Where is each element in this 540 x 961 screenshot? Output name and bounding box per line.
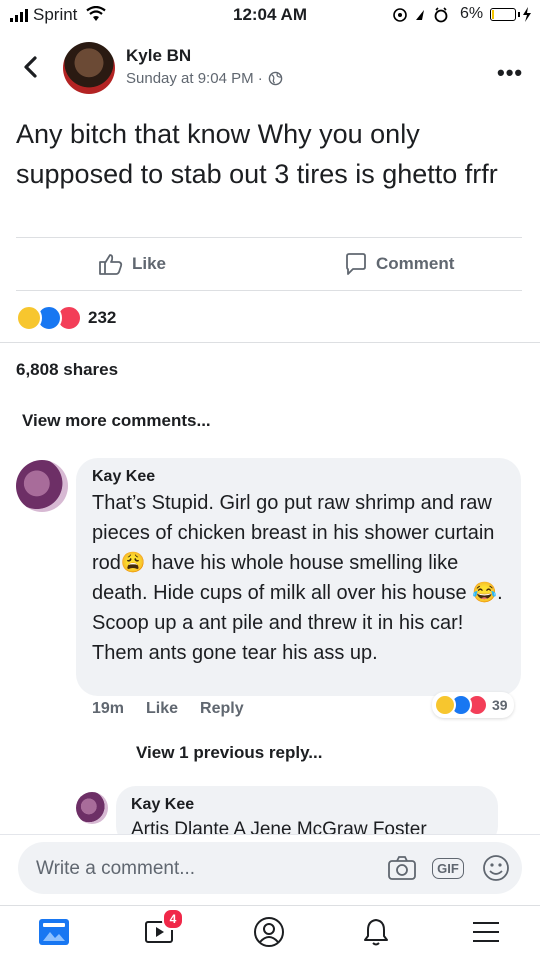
comment-composer: GIF: [18, 842, 522, 896]
news-feed-icon: [39, 919, 69, 945]
like-label: Like: [132, 254, 167, 273]
haha-reaction-icon: [434, 694, 456, 716]
tab-bar: 4: [0, 905, 540, 961]
comment-reactions[interactable]: 39: [432, 692, 514, 718]
comment-text-part: have his whole house smelling like death…: [92, 552, 467, 604]
comment-icon: [346, 253, 366, 275]
comment-like-button[interactable]: Like: [146, 700, 178, 718]
reply-author[interactable]: Kay Kee: [131, 796, 194, 814]
thumbs-up-icon: [99, 254, 123, 275]
charging-icon: [523, 7, 531, 22]
comment-time: 19m: [92, 700, 125, 717]
camera-icon[interactable]: [386, 852, 418, 884]
emoji-icon[interactable]: [480, 852, 512, 884]
divider: [16, 237, 522, 238]
comment-meta: 19m Like Reply: [92, 700, 244, 718]
status-icons: [393, 7, 448, 23]
comment-input[interactable]: [34, 842, 338, 896]
divider: [16, 290, 522, 291]
haha-reaction-icon: [16, 305, 42, 331]
battery-percent: 6%: [460, 5, 484, 22]
post-meta: Sunday at 9:04 PM ·: [126, 70, 283, 87]
globe-icon: [268, 71, 283, 86]
divider: [0, 342, 540, 343]
comment-text: That’s Stupid. Girl go put raw shrimp an…: [92, 488, 512, 668]
tab-profile[interactable]: [249, 912, 289, 952]
comment-label: Comment: [376, 254, 455, 273]
back-icon[interactable]: [18, 54, 44, 80]
bell-icon: [364, 919, 388, 946]
view-previous-replies-link[interactable]: View 1 previous reply...: [136, 743, 322, 763]
reaction-count: 232: [88, 308, 117, 327]
reply-avatar[interactable]: [76, 792, 108, 824]
commenter-avatar[interactable]: [16, 460, 68, 512]
gif-button[interactable]: GIF: [432, 852, 464, 884]
tab-notifications[interactable]: [356, 912, 396, 952]
post-timestamp[interactable]: Sunday at 9:04 PM ·: [126, 70, 263, 87]
commenter-name[interactable]: Kay Kee: [92, 468, 155, 486]
profile-icon: [254, 917, 284, 947]
clock: 12:04 AM: [232, 5, 307, 24]
battery-icon: [490, 8, 520, 21]
watch-badge: 4: [162, 908, 184, 930]
gif-label: GIF: [432, 857, 464, 879]
tears-of-joy-emoji-icon: 😂: [472, 582, 498, 604]
view-more-comments-link[interactable]: View more comments...: [22, 411, 211, 431]
tab-menu[interactable]: [466, 912, 506, 952]
share-count[interactable]: 6,808 shares: [16, 360, 118, 380]
tired-face-emoji-icon: 😩: [120, 552, 146, 574]
author-name[interactable]: Kyle BN: [126, 46, 191, 66]
tab-news-feed[interactable]: [34, 912, 74, 952]
like-button[interactable]: Like: [98, 252, 166, 276]
post-text: Any bitch that know Why you only suppose…: [16, 119, 498, 189]
tab-watch[interactable]: 4: [140, 908, 184, 952]
status-bar: Sprint 12:04 AM 6%: [0, 0, 540, 30]
author-avatar[interactable]: [63, 42, 115, 94]
comment-button[interactable]: Comment: [344, 252, 454, 276]
hamburger-menu-icon: [473, 922, 499, 942]
comment-reaction-count: 39: [492, 697, 508, 713]
reaction-summary[interactable]: 232: [16, 305, 116, 331]
comment-reply-button[interactable]: Reply: [200, 700, 244, 718]
more-options-icon[interactable]: •••: [497, 60, 523, 86]
